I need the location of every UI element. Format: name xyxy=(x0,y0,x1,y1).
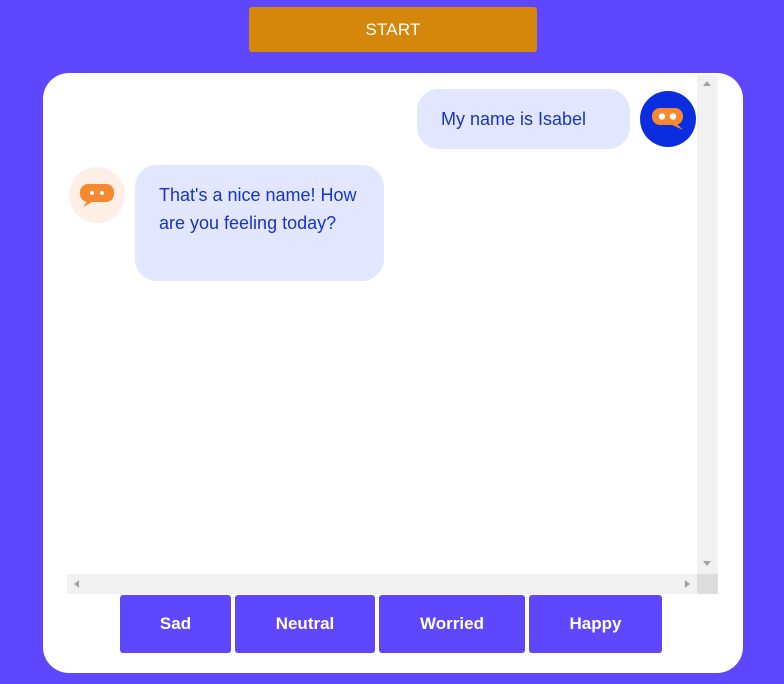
horizontal-scrollbar[interactable] xyxy=(67,574,697,594)
option-worried-button[interactable]: Worried xyxy=(379,595,525,653)
bot-message-bubble: That's a nice name! How are you feeling … xyxy=(135,165,384,281)
start-button[interactable]: START xyxy=(249,7,537,52)
scroll-right-icon[interactable] xyxy=(685,580,690,588)
chat-messages[interactable]: My name is Isabel That's a nice name! Ho… xyxy=(67,75,719,594)
bot-avatar xyxy=(69,167,125,223)
option-happy-button[interactable]: Happy xyxy=(529,595,662,653)
user-avatar xyxy=(640,91,696,147)
option-neutral-button[interactable]: Neutral xyxy=(235,595,375,653)
scroll-up-icon[interactable] xyxy=(703,81,711,86)
vertical-scrollbar[interactable] xyxy=(697,75,718,574)
scroll-down-icon[interactable] xyxy=(703,561,711,566)
chat-bubble-icon xyxy=(652,108,683,130)
user-message-bubble: My name is Isabel xyxy=(417,89,630,149)
answer-options: Sad Neutral Worried Happy xyxy=(120,595,662,653)
scrollbar-corner xyxy=(697,574,718,594)
chat-bubble-icon xyxy=(80,184,114,207)
option-sad-button[interactable]: Sad xyxy=(120,595,231,653)
chat-window: My name is Isabel That's a nice name! Ho… xyxy=(43,73,743,673)
scroll-left-icon[interactable] xyxy=(74,580,79,588)
